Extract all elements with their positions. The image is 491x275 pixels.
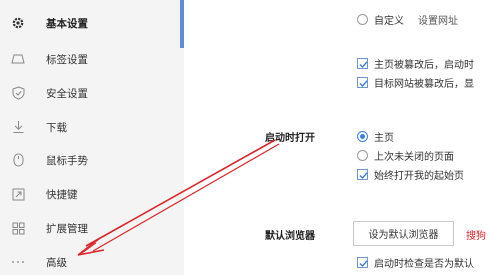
home-radio[interactable] (357, 131, 368, 142)
extensions-icon (10, 220, 26, 236)
sidebar-item-extensions[interactable]: 扩展管理 (0, 211, 180, 245)
sidebar-item-label: 下载 (46, 121, 67, 134)
last-session-radio[interactable] (357, 150, 368, 161)
tab-icon (10, 51, 26, 67)
startup-option-label: 主页 (374, 133, 394, 144)
startup-option-label: 上次未关闭的页面 (374, 152, 454, 163)
tamper-startup-checkbox[interactable] (357, 58, 368, 69)
sidebar-item-mouse-gestures[interactable]: 鼠标手势 (0, 143, 180, 177)
sidebar-item-label: 基本设置 (46, 17, 88, 30)
startup-option-home[interactable]: 主页 (357, 129, 394, 144)
gear-icon (10, 15, 26, 31)
mouse-icon (10, 152, 26, 168)
homepage-custom-option[interactable]: 自定义 设置网址 (357, 12, 458, 27)
custom-label: 自定义 (374, 16, 404, 27)
custom-radio[interactable] (357, 14, 368, 25)
sidebar-item-label: 标签设置 (46, 53, 88, 66)
default-browser-section-label: 默认浏览器 (265, 231, 315, 242)
settings-window: 基本设置 标签设置 安全设置 下载 鼠标手势 快捷键 扩展管理 高级 自定义 设… (0, 0, 491, 275)
sidebar-item-label: 快捷键 (46, 188, 78, 201)
sidebar-scrollbar[interactable] (180, 0, 184, 48)
tamper-startup-option[interactable]: 主页被篡改后，启动时 (357, 56, 474, 71)
sidebar-item-tab-settings[interactable]: 标签设置 (0, 42, 180, 76)
sidebar-item-label: 鼠标手势 (46, 154, 88, 167)
shortcut-icon (10, 186, 26, 202)
sidebar-item-download[interactable]: 下载 (0, 110, 180, 144)
tamper-site-option[interactable]: 目标网站被篡改后，显 (357, 75, 474, 90)
sidebar-item-label: 安全设置 (46, 87, 88, 100)
sidebar-item-label: 扩展管理 (46, 222, 88, 235)
sidebar-item-basic-settings[interactable]: 基本设置 (0, 6, 180, 40)
sogou-red-text: 搜狗 (466, 231, 486, 242)
startup-option-last-session[interactable]: 上次未关闭的页面 (357, 148, 454, 163)
always-open-checkbox[interactable] (357, 169, 368, 180)
always-open-start-page-option[interactable]: 始终打开我的起始页 (357, 167, 464, 182)
sidebar-item-advanced[interactable]: 高级 (0, 245, 180, 275)
check-default-checkbox[interactable] (357, 257, 368, 268)
more-icon (10, 254, 26, 270)
check-default-label: 启动时检查是否为默认 (374, 259, 474, 270)
settings-sidebar: 基本设置 标签设置 安全设置 下载 鼠标手势 快捷键 扩展管理 高级 (0, 0, 184, 275)
always-open-label: 始终打开我的起始页 (374, 171, 464, 182)
sidebar-item-shortcuts[interactable]: 快捷键 (0, 177, 180, 211)
shield-icon (10, 85, 26, 101)
set-url-link[interactable]: 设置网址 (418, 12, 458, 27)
tamper-site-label: 目标网站被篡改后，显 (374, 79, 474, 90)
tamper-site-checkbox[interactable] (357, 77, 368, 88)
download-icon (10, 119, 26, 135)
tamper-startup-label: 主页被篡改后，启动时 (374, 60, 474, 71)
set-default-browser-button[interactable]: 设为默认浏览器 (353, 221, 454, 246)
sidebar-item-security-settings[interactable]: 安全设置 (0, 76, 180, 110)
startup-section-label: 启动时打开 (265, 133, 315, 144)
check-default-on-start-option[interactable]: 启动时检查是否为默认 (357, 255, 474, 270)
sidebar-item-label: 高级 (46, 256, 67, 269)
